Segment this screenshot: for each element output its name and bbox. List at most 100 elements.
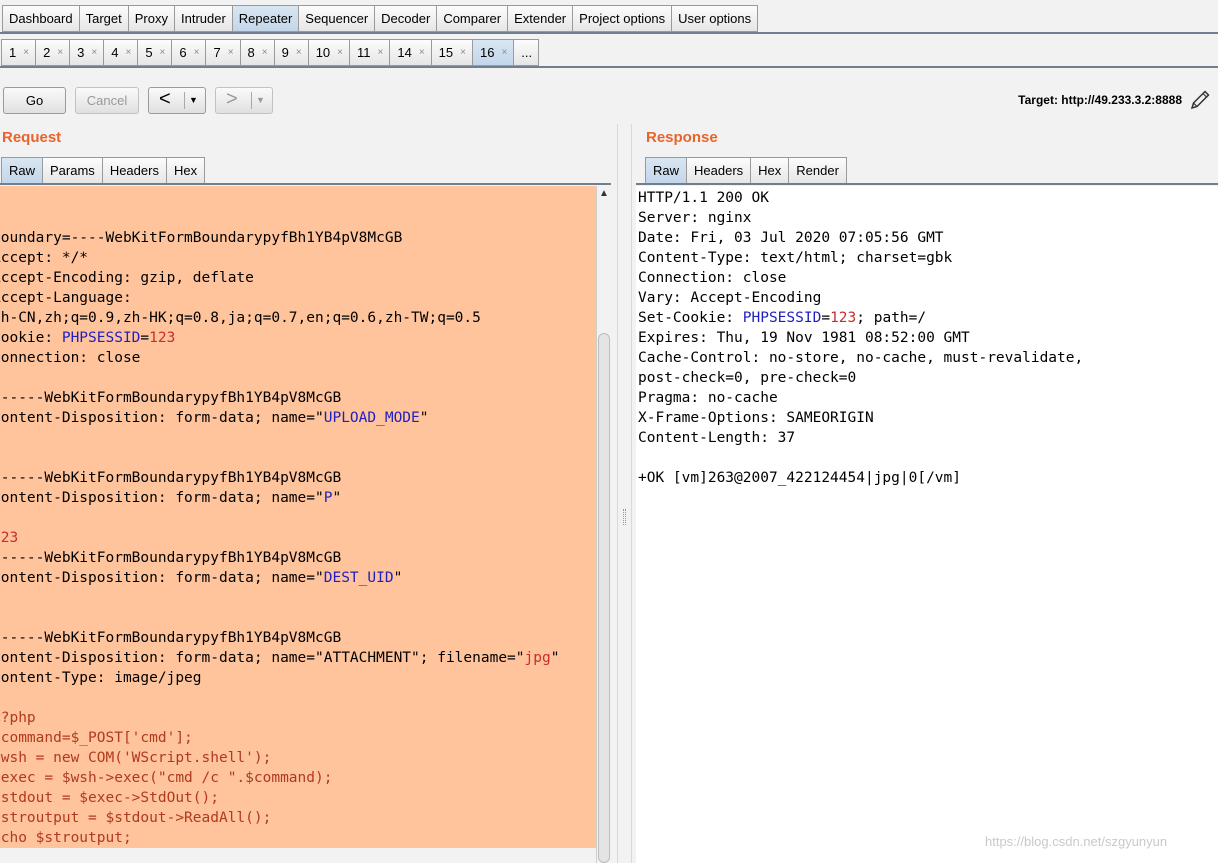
text-segment: $exec = $wsh->exec("cmd /c ".$command); — [0, 770, 333, 786]
tab-intruder[interactable]: Intruder — [173, 5, 232, 32]
cancel-button[interactable]: Cancel — [75, 87, 139, 114]
repeater-tab-label: 11 — [357, 45, 371, 60]
text-segment: Accept: */* — [0, 250, 89, 266]
text-segment: Set-Cookie: — [638, 310, 743, 326]
request-tab-raw[interactable]: Raw — [1, 157, 43, 184]
close-icon[interactable]: × — [501, 40, 507, 65]
text-segment: Cache-Control: no-store, no-cache, must-… — [638, 350, 1084, 366]
response-tab-raw[interactable]: Raw — [645, 157, 687, 184]
dropdown-arrow-icon[interactable]: ▼ — [189, 89, 198, 112]
close-icon[interactable]: × — [262, 40, 268, 65]
tab-comparer[interactable]: Comparer — [436, 5, 508, 32]
request-tab-params[interactable]: Params — [42, 157, 102, 184]
response-tab-render[interactable]: Render — [788, 157, 847, 184]
repeater-tab-10[interactable]: 10 × — [307, 39, 350, 66]
chevron-right-icon: > — [226, 88, 238, 110]
close-icon[interactable]: × — [296, 40, 302, 65]
request-line: Accept: */* — [0, 248, 596, 268]
tab-repeater[interactable]: Repeater — [231, 5, 299, 32]
request-line: boundary=----WebKitFormBoundarypyfBh1YB4… — [0, 228, 596, 248]
repeater-tab-7[interactable]: 7 × — [205, 39, 240, 66]
tab-extender[interactable]: Extender — [507, 5, 573, 32]
repeater-tab-4[interactable]: 4 × — [103, 39, 138, 66]
text-segment: Vary: Accept-Encoding — [638, 290, 822, 306]
repeater-tab-label: 10 — [315, 45, 331, 60]
text-segment: 123 — [149, 330, 176, 346]
request-tab-headers[interactable]: Headers — [101, 157, 166, 184]
edit-pencil-icon[interactable] — [1188, 88, 1212, 112]
response-line: Expires: Thu, 19 Nov 1981 08:52:00 GMT — [638, 328, 1218, 348]
close-icon[interactable]: × — [91, 40, 97, 65]
repeater-tab-8[interactable]: 8 × — [239, 39, 274, 66]
close-icon[interactable]: × — [337, 40, 343, 65]
close-icon[interactable]: × — [419, 40, 425, 65]
request-line — [0, 588, 596, 608]
tab-target[interactable]: Target — [78, 5, 128, 32]
request-scrollbar[interactable]: ▲ — [596, 186, 611, 863]
response-tab-hex[interactable]: Hex — [750, 157, 789, 184]
response-editor[interactable]: HTTP/1.1 200 OK Server: nginx Date: Fri, 0… — [636, 186, 1218, 863]
repeater-tab-11[interactable]: 11 × — [349, 39, 390, 66]
text-segment: Connection: close — [0, 350, 141, 366]
request-line: $stroutput = $stdout->ReadAll(); — [0, 808, 596, 828]
response-line: Content-Length: 37 — [638, 428, 1218, 448]
chevron-left-icon: < — [159, 88, 171, 110]
close-icon[interactable]: × — [194, 40, 200, 65]
request-editor[interactable]: boundary=----WebKitFormBoundarypyfBh1YB4… — [0, 186, 596, 848]
text-segment: boundary=----WebKitFormBoundarypyfBh1YB4… — [0, 230, 403, 246]
text-segment: post-check=0, pre-check=0 — [638, 370, 857, 386]
response-line: Connection: close — [638, 268, 1218, 288]
text-segment: ------WebKitFormBoundarypyfBh1YB4pV8McGB — [0, 390, 342, 406]
repeater-tab-label: 15 — [438, 45, 454, 60]
divider-grip-icon — [623, 509, 626, 525]
response-line: Cache-Control: no-store, no-cache, must-… — [638, 348, 1218, 368]
close-icon[interactable]: × — [460, 40, 466, 65]
tab-decoder[interactable]: Decoder — [374, 5, 437, 32]
forward-button[interactable]: > ▼ — [215, 87, 273, 114]
request-title: Request — [2, 129, 62, 146]
dropdown-arrow-icon[interactable]: ▼ — [256, 89, 265, 112]
request-line: echo $stroutput; — [0, 828, 596, 848]
back-button[interactable]: < ▼ — [148, 87, 206, 114]
text-segment: ------WebKitFormBoundarypyfBh1YB4pV8McGB — [0, 550, 342, 566]
response-line: X-Frame-Options: SAMEORIGIN — [638, 408, 1218, 428]
request-line: ------WebKitFormBoundarypyfBh1YB4pV8McGB — [0, 548, 596, 568]
repeater-tab-15[interactable]: 15 × — [430, 39, 472, 66]
repeater-tab-2[interactable]: 2 × — [35, 39, 70, 66]
close-icon[interactable]: × — [378, 40, 384, 65]
repeater-tab-6[interactable]: 6 × — [171, 39, 206, 66]
close-icon[interactable]: × — [160, 40, 166, 65]
repeater-tab-16[interactable]: 16 × — [471, 39, 514, 66]
request-line: ------WebKitFormBoundarypyfBh1YB4pV8McGB — [0, 468, 596, 488]
text-segment: Content-Type: text/html; charset=gbk — [638, 250, 953, 266]
close-icon[interactable]: × — [125, 40, 131, 65]
tab-user-options[interactable]: User options — [671, 5, 759, 32]
scrollbar-thumb[interactable] — [598, 333, 610, 863]
tab-proxy[interactable]: Proxy — [127, 5, 174, 32]
repeater-tab-1[interactable]: 1 × — [1, 39, 36, 66]
close-icon[interactable]: × — [228, 40, 234, 65]
request-line — [0, 368, 596, 388]
response-line: +OK [vm]263@2007_422124454|jpg|0[/vm] — [638, 468, 1218, 488]
text-segment: " — [393, 570, 403, 586]
text-segment: ------WebKitFormBoundarypyfBh1YB4pV8McGB — [0, 470, 342, 486]
go-button[interactable]: Go — [3, 87, 66, 114]
split-pane-divider[interactable] — [617, 124, 632, 863]
repeater-tab-9[interactable]: 9 × — [273, 39, 308, 66]
tab-dashboard[interactable]: Dashboard — [2, 5, 79, 32]
repeater-tab-3[interactable]: 3 × — [69, 39, 104, 66]
repeater-tab-14[interactable]: 14 × — [389, 39, 431, 66]
request-tab-hex[interactable]: Hex — [165, 157, 206, 184]
repeater-tab-5[interactable]: 5 × — [137, 39, 172, 66]
response-line: Vary: Accept-Encoding — [638, 288, 1218, 308]
tab-sequencer[interactable]: Sequencer — [298, 5, 375, 32]
response-tab-headers[interactable]: Headers — [686, 157, 751, 184]
repeater-tab-label: 9 — [281, 45, 289, 60]
close-icon[interactable]: × — [23, 40, 29, 65]
request-line: zh-CN,zh;q=0.9,zh-HK;q=0.8,ja;q=0.7,en;q… — [0, 308, 596, 328]
new-tab-button[interactable]: ... — [513, 39, 540, 66]
close-icon[interactable]: × — [57, 40, 63, 65]
text-segment: Server: nginx — [638, 210, 752, 226]
scroll-up-arrow-icon[interactable]: ▲ — [599, 188, 609, 199]
tab-project-options[interactable]: Project options — [572, 5, 672, 32]
